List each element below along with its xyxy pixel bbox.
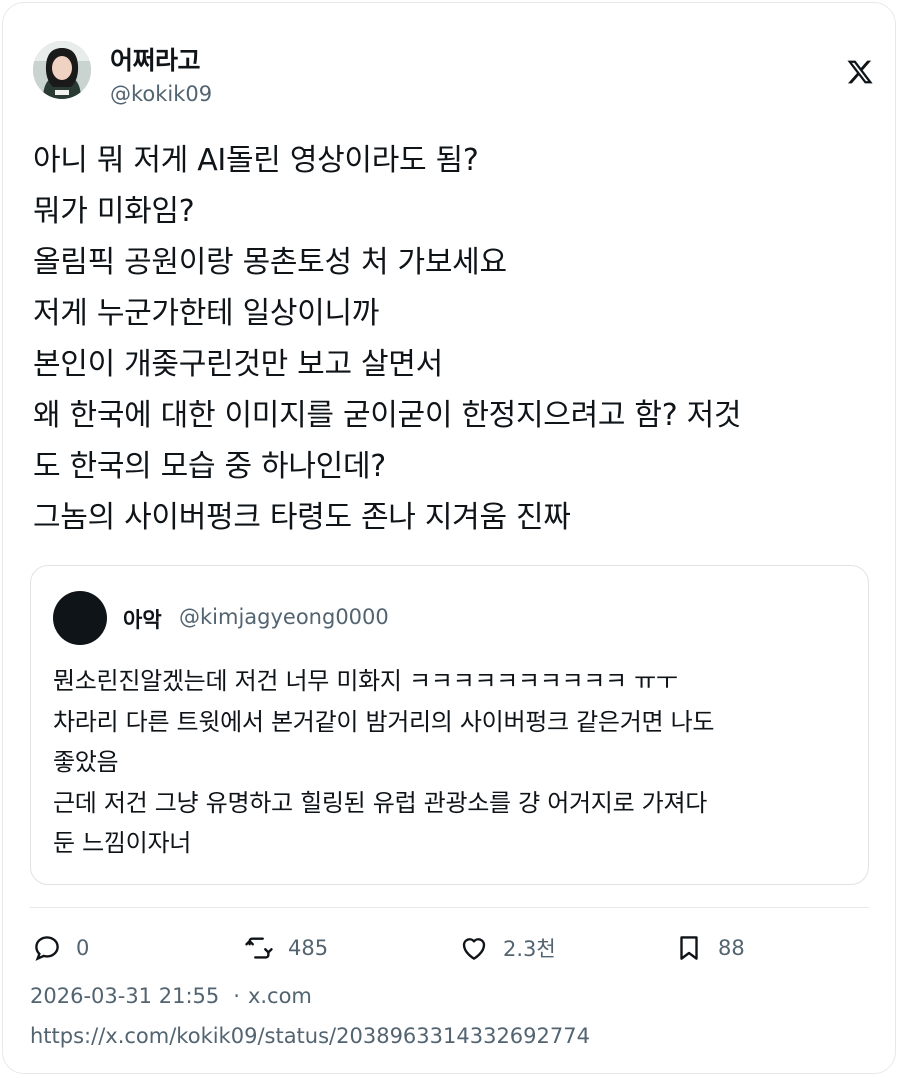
quoted-tweet-text: 뭔소린진알겠는데 저건 너무 미화지 ㅋㅋㅋㅋㅋㅋㅋㅋㅋㅋ ㅠㅜ 차라리 다른 … <box>53 661 853 864</box>
tweet-text: 아니 뭐 저게 AI돌린 영상이라도 됨? 뭐가 미화임? 올림픽 공원이랑 몽… <box>33 135 873 543</box>
timestamp[interactable]: 2026-03-31 21:55 <box>30 984 219 1008</box>
source[interactable]: x.com <box>248 984 312 1008</box>
retweet-icon <box>245 937 273 959</box>
tweet-card: 어쩌라고 @kokik09 아니 뭐 저게 AI돌린 영상이라도 됨? 뭐가 미… <box>2 2 896 1074</box>
retweet-count: 485 <box>288 936 329 960</box>
tweet-meta: 2026-03-31 21:55 · x.com <box>30 984 312 1008</box>
quoted-author-avatar[interactable] <box>53 591 107 645</box>
quoted-line: 뭔소린진알겠는데 저건 너무 미화지 ㅋㅋㅋㅋㅋㅋㅋㅋㅋㅋ ㅠㅜ <box>53 667 678 695</box>
tweet-line: 그놈의 사이버펑크 타령도 존나 지겨움 진짜 <box>33 500 571 535</box>
quoted-line: 차라리 다른 트윗에서 본거같이 밤거리의 사이버펑크 같은거면 나도 <box>53 707 715 736</box>
tweet-line: 저게 누군가한테 일상이니까 <box>33 296 380 331</box>
author-handle[interactable]: @kokik09 <box>110 82 212 106</box>
quoted-line: 좋았음 <box>53 748 119 776</box>
divider <box>30 907 869 908</box>
reply-count: 0 <box>76 936 90 960</box>
quoted-line: 근데 저건 그냥 유명하고 힐링된 유럽 관광소를 걍 어거지로 가져다 <box>53 788 708 817</box>
bookmark-icon <box>680 936 698 960</box>
tweet-line: 왜 한국에 대한 이미지를 굳이굳이 한정지으려고 함? 저것 <box>33 398 742 433</box>
tweet-line: 본인이 개좆구린것만 보고 살면서 <box>33 347 443 382</box>
quoted-line: 둔 느낌이자너 <box>53 829 192 857</box>
reply-button[interactable]: 0 <box>32 930 89 966</box>
tweet-line: 올림픽 공원이랑 몽촌토성 처 가보세요 <box>33 245 507 280</box>
tweet-line: 도 한국의 모습 중 하나인데? <box>33 449 386 484</box>
bookmark-count: 88 <box>718 936 745 960</box>
retweet-button[interactable]: 485 <box>244 930 328 966</box>
meta-separator: · <box>233 984 240 1008</box>
quoted-author-handle[interactable]: @kimjagyeong0000 <box>179 605 389 629</box>
quoted-author-name[interactable]: 아악 <box>123 604 162 634</box>
quoted-tweet[interactable]: 아악 @kimjagyeong0000 뭔소린진알겠는데 저건 너무 미화지 ㅋ… <box>30 565 869 885</box>
tweet-url[interactable]: https://x.com/kokik09/status/20389633143… <box>30 1024 590 1048</box>
bookmark-button[interactable]: 88 <box>674 930 745 966</box>
reply-icon <box>35 936 59 961</box>
tweet-line: 아니 뭐 저게 AI돌린 영상이라도 됨? <box>33 143 479 178</box>
heart-icon <box>462 938 486 960</box>
like-button[interactable]: 2.3천 <box>459 930 556 966</box>
like-count: 2.3천 <box>503 937 556 961</box>
tweet-line: 뭐가 미화임? <box>33 194 195 229</box>
x-logo-icon[interactable] <box>846 58 874 86</box>
author-display-name[interactable]: 어쩌라고 <box>110 41 201 77</box>
author-avatar[interactable] <box>33 41 91 99</box>
